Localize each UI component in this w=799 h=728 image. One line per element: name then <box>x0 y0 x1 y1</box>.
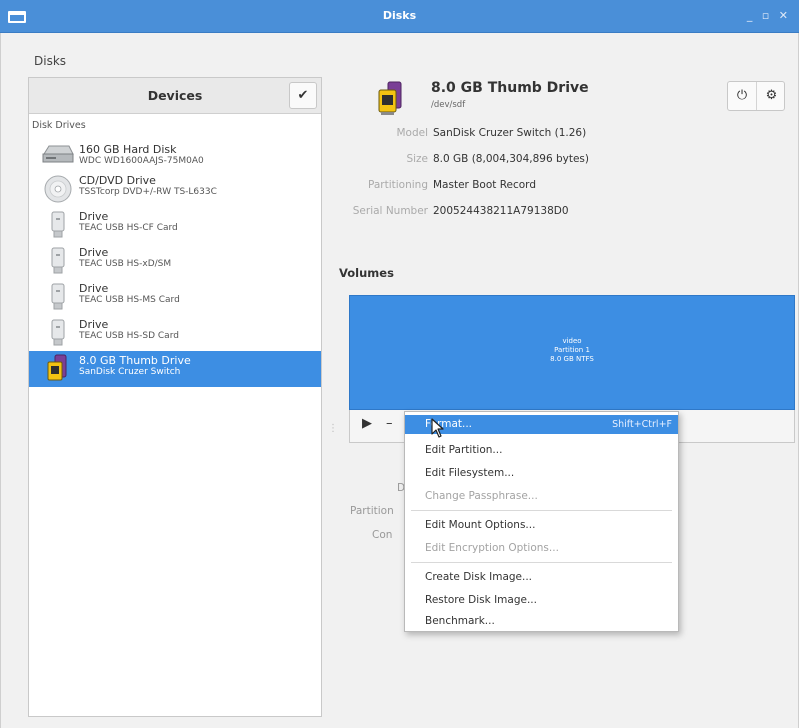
prop-label: Model <box>396 127 428 139</box>
volume-partition-name: Partition 1 <box>554 346 590 354</box>
drive-options-button[interactable]: ⚙ <box>757 82 786 110</box>
gear-icon: ⚙ <box>765 88 778 103</box>
device-item-cf-card[interactable]: Drive TEAC USB HS-CF Card <box>29 207 321 243</box>
prop-value: 8.0 GB (8,004,304,896 bytes) <box>433 153 589 165</box>
volumes-heading: Volumes <box>339 266 394 280</box>
sidebar-header: Devices ✔ <box>29 78 321 114</box>
device-name: 8.0 GB Thumb Drive <box>79 354 191 367</box>
menu-item-edit-mount-options[interactable]: Edit Mount Options... <box>405 516 678 535</box>
disk-drives-section-label: Disk Drives <box>32 120 86 131</box>
optical-disc-icon <box>44 175 72 203</box>
menu-item-edit-encryption-options: Edit Encryption Options... <box>425 542 559 554</box>
device-name: Drive <box>79 318 109 331</box>
select-devices-button[interactable]: ✔ <box>289 82 317 109</box>
drive-title: 8.0 GB Thumb Drive <box>431 80 589 96</box>
device-model: SanDisk Cruzer Switch <box>79 367 181 377</box>
menu-item-format[interactable]: Format... Shift+Ctrl+F <box>405 415 678 434</box>
partition-1-volume[interactable]: video Partition 1 8.0 GB NTFS <box>349 295 795 410</box>
usb-drive-icon <box>51 211 65 238</box>
menu-item-edit-partition[interactable]: Edit Partition... <box>405 441 678 460</box>
usb-drive-icon <box>51 283 65 310</box>
menu-item-benchmark[interactable]: Benchmark... <box>405 612 678 631</box>
volume-context-menu: Format... Shift+Ctrl+F Edit Partition...… <box>404 411 679 632</box>
prop-value: Master Boot Record <box>433 179 536 191</box>
menu-item-create-disk-image[interactable]: Create Disk Image... <box>405 568 678 587</box>
device-model: WDC WD1600AAJS-75M0A0 <box>79 156 204 166</box>
device-item-thumb-drive[interactable]: 8.0 GB Thumb Drive SanDisk Cruzer Switch <box>29 351 321 387</box>
prop-value: 200524438211A79138D0 <box>433 205 569 217</box>
prop-label: Size <box>406 153 428 165</box>
menu-item-change-passphrase: Change Passphrase... <box>425 490 538 502</box>
usb-drive-icon <box>51 319 65 346</box>
window-controls[interactable]: _ ▫ ✕ <box>747 9 791 22</box>
device-model: TEAC USB HS-MS Card <box>79 295 180 305</box>
power-icon: ⏻ <box>736 88 748 103</box>
pane-resize-handle[interactable]: ⋮ <box>328 423 338 434</box>
volume-info-label: Con <box>372 529 393 541</box>
device-name: 160 GB Hard Disk <box>79 143 177 156</box>
thumb-drive-icon <box>47 354 67 381</box>
drive-device-path: /dev/sdf <box>431 100 466 110</box>
device-item-ms-card[interactable]: Drive TEAC USB HS-MS Card <box>29 279 321 315</box>
sidebar-title: Devices <box>147 88 203 103</box>
prop-value: SanDisk Cruzer Switch (1.26) <box>433 127 587 139</box>
device-name: Drive <box>79 282 109 295</box>
device-item-xd-sm[interactable]: Drive TEAC USB HS-xD/SM <box>29 243 321 279</box>
title-bar: Disks _ ▫ ✕ <box>0 0 799 33</box>
usb-drive-icon <box>51 247 65 274</box>
checkmark-icon: ✔ <box>297 88 309 103</box>
device-name: Drive <box>79 210 109 223</box>
thumb-drive-icon <box>378 81 402 115</box>
drive-actions-group: ⏻ ⚙ <box>727 81 785 111</box>
app-window: Disks Devices ✔ Disk Drives 160 GB Hard … <box>0 33 799 728</box>
device-model: TEAC USB HS-SD Card <box>79 331 179 341</box>
prop-label: Serial Number <box>352 205 428 217</box>
hard-disk-icon <box>42 145 74 163</box>
device-item-cd-dvd[interactable]: CD/DVD Drive TSSTcorp DVD+/-RW TS-L633C <box>29 171 321 207</box>
device-name: Drive <box>79 246 109 259</box>
menu-item-accelerator: Shift+Ctrl+F <box>612 419 672 430</box>
menu-item-restore-disk-image[interactable]: Restore Disk Image... <box>405 591 678 610</box>
menu-item-edit-filesystem[interactable]: Edit Filesystem... <box>405 464 678 483</box>
device-model: TSSTcorp DVD+/-RW TS-L633C <box>79 187 217 197</box>
menu-separator <box>411 562 672 563</box>
device-item-sd-card[interactable]: Drive TEAC USB HS-SD Card <box>29 315 321 351</box>
volume-info-label: Partition <box>350 505 394 517</box>
app-label: Disks <box>34 54 67 68</box>
mouse-pointer-icon <box>431 418 444 438</box>
minus-icon[interactable]: – <box>386 416 393 431</box>
window-title: Disks <box>382 9 417 22</box>
device-item-hard-disk[interactable]: 160 GB Hard Disk WDC WD1600AAJS-75M0A0 <box>29 135 321 171</box>
volume-label: video <box>562 337 582 345</box>
devices-sidebar: Devices ✔ Disk Drives 160 GB Hard Disk W… <box>28 77 322 717</box>
device-name: CD/DVD Drive <box>79 174 156 187</box>
play-icon[interactable]: ▶ <box>362 416 372 431</box>
volume-size-fs: 8.0 GB NTFS <box>550 355 594 363</box>
power-off-button[interactable]: ⏻ <box>728 82 757 110</box>
device-model: TEAC USB HS-xD/SM <box>79 259 172 269</box>
prop-label: Partitioning <box>368 179 428 191</box>
menu-separator <box>411 510 672 511</box>
device-model: TEAC USB HS-CF Card <box>79 223 178 233</box>
